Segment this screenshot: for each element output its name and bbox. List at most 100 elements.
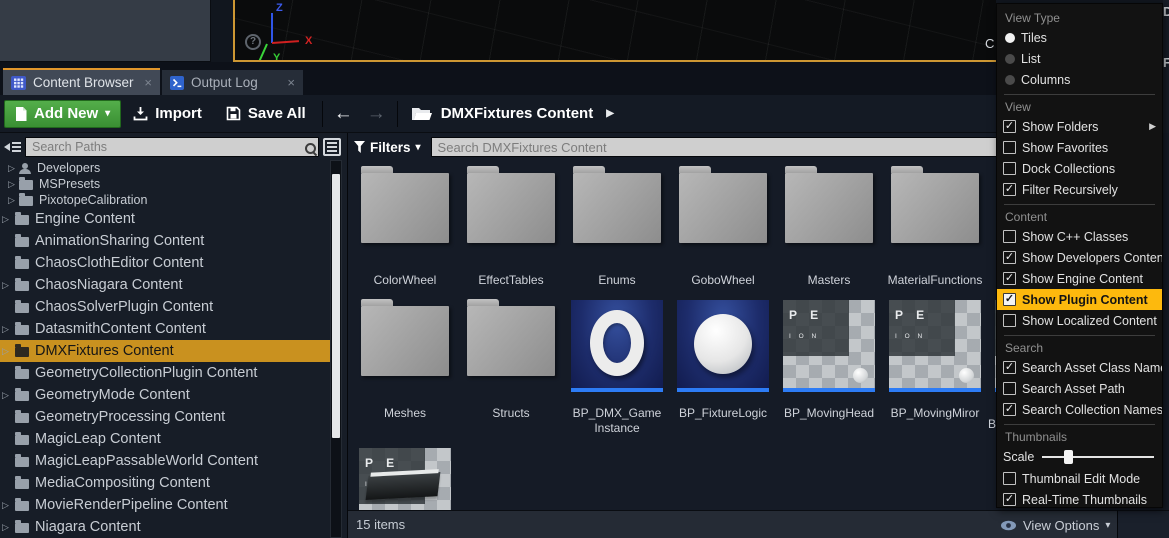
axis-z-line — [271, 13, 273, 43]
folder-tile-materialfunctions[interactable]: MaterialFunctions — [882, 165, 988, 288]
breadcrumb[interactable]: DMXFixtures Content ▶ — [402, 105, 614, 122]
tree-item-geometrycollectionplugin[interactable]: GeometryCollectionPlugin Content — [0, 362, 330, 384]
menu-radio-tiles[interactable]: Tiles — [1003, 27, 1156, 48]
asset-tile-bp-movingmiror[interactable]: P E I O N BP_MovingMiror — [882, 298, 988, 436]
menu-item-realtime-thumbnails[interactable]: ✓ Real-Time Thumbnails — [1003, 489, 1156, 508]
menu-radio-columns[interactable]: Columns — [1003, 69, 1156, 90]
menu-item-show-folders[interactable]: ✓ Show Folders ▶ — [1003, 116, 1156, 137]
menu-item-thumbnail-edit-mode[interactable]: Thumbnail Edit Mode — [1003, 468, 1156, 489]
menu-item-filter-recursively[interactable]: ✓ Filter Recursively — [1003, 179, 1156, 200]
asset-tile-bp-fixturelogic[interactable]: BP_FixtureLogic — [670, 298, 776, 436]
collapse-sources-icon[interactable] — [4, 140, 22, 154]
tab-close-icon[interactable]: × — [144, 76, 152, 89]
menu-item-search-collection-names[interactable]: ✓ Search Collection Names — [1003, 399, 1156, 420]
search-assets-input[interactable] — [431, 137, 1003, 157]
tree-item-chaosniagara[interactable]: ▷ ChaosNiagara Content — [0, 274, 330, 296]
axis-gizmo: Z X Y ? — [253, 4, 323, 62]
tree-item-animationsharing[interactable]: AnimationSharing Content — [0, 230, 330, 252]
folder-tile-enums[interactable]: Enums — [564, 165, 670, 288]
tree-scrollbar-thumb[interactable] — [332, 174, 340, 438]
tree-item-geometrymode[interactable]: ▷ GeometryMode Content — [0, 384, 330, 406]
folder-tile-structs[interactable]: Structs — [458, 298, 564, 436]
tree-item-movierenderpipeline[interactable]: ▷ MovieRenderPipeline Content — [0, 494, 330, 516]
expand-arrow-icon[interactable]: ▷ — [2, 522, 15, 533]
save-all-label: Save All — [248, 105, 306, 122]
search-paths-input[interactable] — [25, 137, 319, 157]
tree-item-chaosclotheditor[interactable]: ChaosClothEditor Content — [0, 252, 330, 274]
tab-close-icon[interactable]: × — [287, 76, 295, 89]
bottom-right-panel — [1117, 510, 1169, 538]
3d-viewport[interactable]: Z X Y ? — [233, 0, 996, 62]
menu-item-dock-collections[interactable]: Dock Collections — [1003, 158, 1156, 179]
folder-icon — [15, 303, 29, 313]
folder-icon — [361, 306, 449, 376]
tree-item-chaossolverplugin[interactable]: ChaosSolverPlugin Content — [0, 296, 330, 318]
toolbar-divider — [322, 101, 323, 127]
expand-arrow-icon[interactable]: ▷ — [2, 390, 15, 401]
tree-item-geometryprocessing[interactable]: GeometryProcessing Content — [0, 406, 330, 428]
tree-item-niagara[interactable]: ▷ Niagara Content — [0, 516, 330, 538]
checkbox-icon — [1003, 314, 1016, 327]
view-options-button[interactable]: View Options ▾ — [1000, 511, 1110, 538]
tab-content-browser[interactable]: Content Browser × — [3, 68, 160, 95]
checkbox-icon — [1003, 472, 1016, 485]
tree-item-mediacompositing[interactable]: MediaCompositing Content — [0, 472, 330, 494]
blueprint-thumbnail — [571, 300, 663, 392]
import-button[interactable]: Import — [121, 100, 214, 128]
asset-tile-bp-dmx-gameinstance[interactable]: BP_DMX_Game Instance — [564, 298, 670, 436]
folder-tile-meshes[interactable]: Meshes — [352, 298, 458, 436]
expand-arrow-icon[interactable]: ▷ — [8, 179, 19, 190]
expand-arrow-icon[interactable]: ▷ — [2, 500, 15, 511]
thumbnail-scale-slider[interactable] — [1042, 456, 1154, 458]
filters-label: Filters — [370, 140, 411, 155]
view-options-label: View Options — [1023, 518, 1099, 533]
menu-item-show-cpp-classes[interactable]: Show C++ Classes — [1003, 226, 1156, 247]
expand-arrow-icon[interactable]: ▷ — [8, 163, 19, 174]
save-all-button[interactable]: Save All — [214, 100, 318, 128]
menu-item-show-localized-content[interactable]: Show Localized Content — [1003, 310, 1156, 331]
tree-item-mspresets[interactable]: ▷ MSPresets — [0, 176, 330, 192]
add-new-button[interactable]: Add New ▾ — [4, 100, 121, 128]
menu-item-show-favorites[interactable]: Show Favorites — [1003, 137, 1156, 158]
menu-divider — [1004, 94, 1155, 95]
menu-item-show-developers-content[interactable]: ✓ Show Developers Content — [1003, 247, 1156, 268]
folder-tile-gobowheel[interactable]: GoboWheel — [670, 165, 776, 288]
tree-item-datasmithcontent[interactable]: ▷ DatasmithContent Content — [0, 318, 330, 340]
menu-divider — [1004, 204, 1155, 205]
breadcrumb-path-label: DMXFixtures Content — [441, 105, 594, 122]
checkbox-checked-icon: ✓ — [1003, 120, 1016, 133]
folder-tile-colorwheel[interactable]: ColorWheel — [352, 165, 458, 288]
tree-scrollbar[interactable] — [330, 160, 342, 538]
tab-output-log[interactable]: Output Log × — [162, 70, 303, 95]
menu-item-show-plugin-content-highlighted[interactable]: ✓ Show Plugin Content — [997, 289, 1162, 310]
asset-tile-bp-movinghead[interactable]: P E I O N BP_MovingHead — [776, 298, 882, 436]
clipped-label-fragment: B — [988, 417, 996, 431]
tree-item-magicleap[interactable]: MagicLeap Content — [0, 428, 330, 450]
menu-item-search-asset-class-names[interactable]: ✓ Search Asset Class Names — [1003, 357, 1156, 378]
expand-arrow-icon[interactable]: ▷ — [8, 195, 19, 206]
tree-item-developers[interactable]: ▷ Developers — [0, 160, 330, 176]
expand-arrow-icon[interactable]: ▷ — [2, 324, 15, 335]
tree-item-engine-content[interactable]: ▷ Engine Content — [0, 208, 330, 230]
forward-button[interactable]: → — [360, 103, 393, 125]
expand-arrow-icon[interactable]: ▷ — [2, 214, 15, 225]
expand-arrow-icon[interactable]: ▷ — [2, 280, 15, 291]
slider-thumb[interactable] — [1064, 450, 1073, 464]
tree-item-dmxfixtures-selected[interactable]: ▷ DMXFixtures Content — [0, 340, 330, 362]
filters-button[interactable]: Filters ▾ — [354, 140, 421, 155]
menu-item-show-engine-content[interactable]: ✓ Show Engine Content — [1003, 268, 1156, 289]
menu-radio-list[interactable]: List — [1003, 48, 1156, 69]
folder-icon — [15, 523, 29, 533]
expand-arrow-icon[interactable]: ▷ — [2, 346, 15, 357]
folder-tile-masters[interactable]: Masters — [776, 165, 882, 288]
axis-z-label: Z — [276, 2, 283, 14]
tree-item-magicleappassableworld[interactable]: MagicLeapPassableWorld Content — [0, 450, 330, 472]
menu-item-search-asset-path[interactable]: Search Asset Path — [1003, 378, 1156, 399]
breadcrumb-expand-icon[interactable]: ▶ — [606, 108, 614, 119]
back-button[interactable]: ← — [327, 103, 360, 125]
asset-tile-partial-bottom[interactable]: P E I O N — [352, 446, 458, 510]
folder-tile-effecttables[interactable]: EffectTables — [458, 165, 564, 288]
sources-view-icon[interactable] — [323, 138, 341, 156]
help-icon[interactable]: ? — [245, 34, 261, 50]
tree-item-pixotopecalibration[interactable]: ▷ PixotopeCalibration — [0, 192, 330, 208]
